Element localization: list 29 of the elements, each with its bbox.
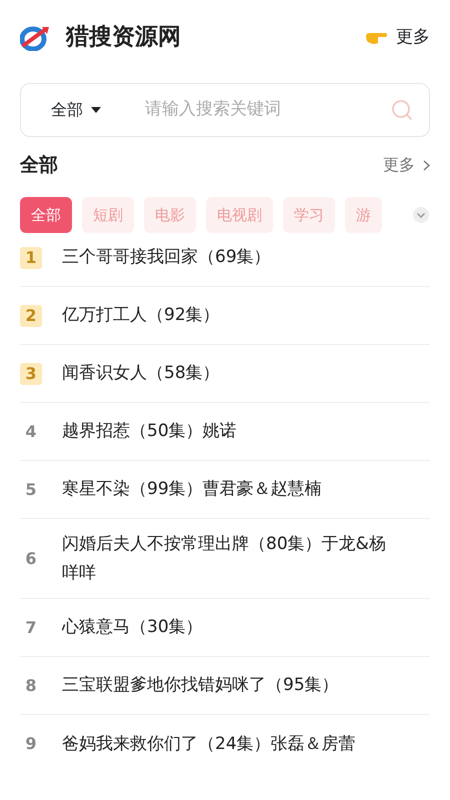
logo-icon bbox=[20, 24, 50, 50]
rank-number: 7 bbox=[24, 616, 38, 638]
rank-number: 8 bbox=[24, 674, 38, 696]
more-link[interactable]: 更多 bbox=[383, 153, 430, 177]
caret-icon bbox=[91, 106, 101, 114]
list-item[interactable]: 6 闪婚后夫人不按常理出牌（80集）于龙&杨咩咩 bbox=[20, 519, 430, 599]
list-item[interactable]: 5 寒星不染（99集）曹君豪＆赵慧楠 bbox=[20, 461, 430, 519]
rank-number: 5 bbox=[24, 478, 38, 500]
search-bar[interactable]: 全部 请输入搜索关键词 bbox=[20, 83, 430, 137]
list-item[interactable]: 1 三个哥哥接我回家（69集） bbox=[20, 229, 430, 287]
more-link[interactable]: 更多 bbox=[364, 24, 430, 50]
rank-badge: 2 bbox=[20, 304, 42, 326]
list-item[interactable]: 9 爸妈我来救你们了（24集）张磊＆房蕾 bbox=[20, 715, 430, 773]
rank-number: 9 bbox=[24, 733, 38, 755]
list-item[interactable]: 2 亿万打工人（92集） bbox=[20, 287, 430, 345]
list-item[interactable]: 8 三宝联盟爹地你找错妈咪了（95集） bbox=[20, 657, 430, 715]
section-title: 全部 bbox=[20, 152, 58, 178]
list-item[interactable]: 3 闻香识女人（58集） bbox=[20, 345, 430, 403]
scope-dropdown[interactable]: 全部 bbox=[21, 95, 119, 125]
rank-number: 4 bbox=[24, 420, 38, 442]
list-item[interactable]: 4 越界招惹（50集）姚诺 bbox=[20, 403, 430, 461]
rank-number: 6 bbox=[24, 548, 38, 570]
expand-icon[interactable] bbox=[412, 206, 430, 224]
site-title: 猎搜资源网 bbox=[66, 23, 181, 52]
rank-badge: 3 bbox=[20, 362, 42, 384]
list-item[interactable]: 7 心猿意马（30集） bbox=[20, 599, 430, 657]
rank-badge: 1 bbox=[20, 246, 42, 268]
chevron-right-icon bbox=[423, 160, 430, 170]
search-icon[interactable] bbox=[391, 99, 413, 121]
